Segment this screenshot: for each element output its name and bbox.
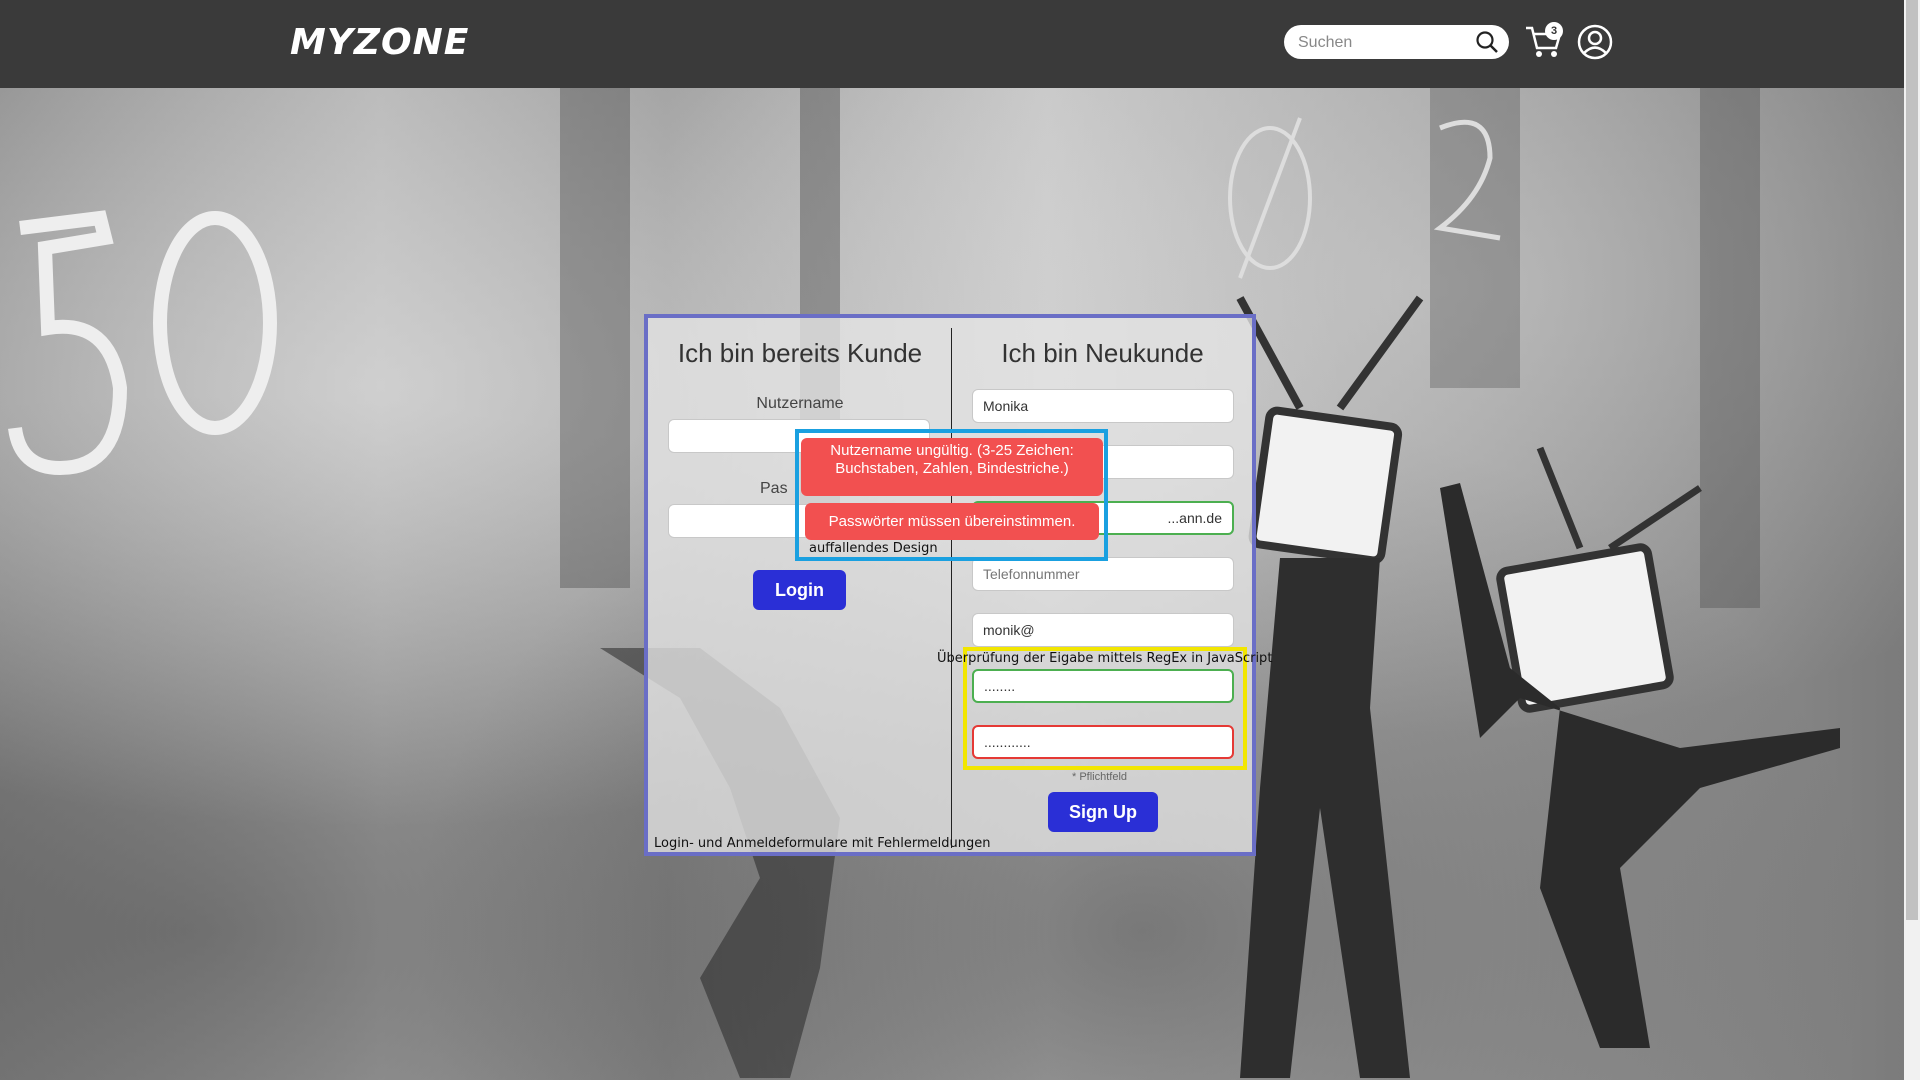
scrollbar-thumb[interactable]: [1906, 0, 1918, 920]
search-box: [1284, 25, 1509, 59]
regex-annotation: Überprüfung der Eigabe mittels RegEx in …: [937, 651, 1273, 666]
site-logo[interactable]: MYZONE: [290, 22, 469, 63]
design-annotation: auffallendes Design: [809, 541, 938, 556]
user-account-icon[interactable]: [1577, 24, 1613, 65]
login-button[interactable]: Login: [753, 570, 846, 610]
search-input[interactable]: [1296, 31, 1470, 55]
login-title: Ich bin bereits Kunde: [677, 338, 923, 368]
panel-divider: [951, 328, 952, 848]
cart-count-badge: 3: [1545, 22, 1563, 40]
phone-input[interactable]: [972, 557, 1234, 591]
signup-title: Ich bin Neukunde: [1001, 338, 1204, 368]
forms-annotation: Login- und Anmeldeformulare mit Fehlerme…: [654, 836, 991, 851]
password-error-message: Passwörter müssen übereinstimmen.: [805, 503, 1099, 540]
signup-username-input[interactable]: [972, 613, 1234, 647]
required-field-note: * Pflichtfeld: [1072, 771, 1128, 783]
username-error-message: Nutzername ungültig. (3-25 Zeichen: Buch…: [801, 438, 1103, 496]
username-label: Nutzername: [756, 395, 844, 412]
password-label: Pas: [760, 480, 788, 497]
signup-button[interactable]: Sign Up: [1048, 792, 1158, 832]
top-navbar: MYZONE 3: [0, 0, 1904, 88]
first-name-input[interactable]: [972, 389, 1234, 423]
search-icon[interactable]: [1475, 30, 1499, 59]
